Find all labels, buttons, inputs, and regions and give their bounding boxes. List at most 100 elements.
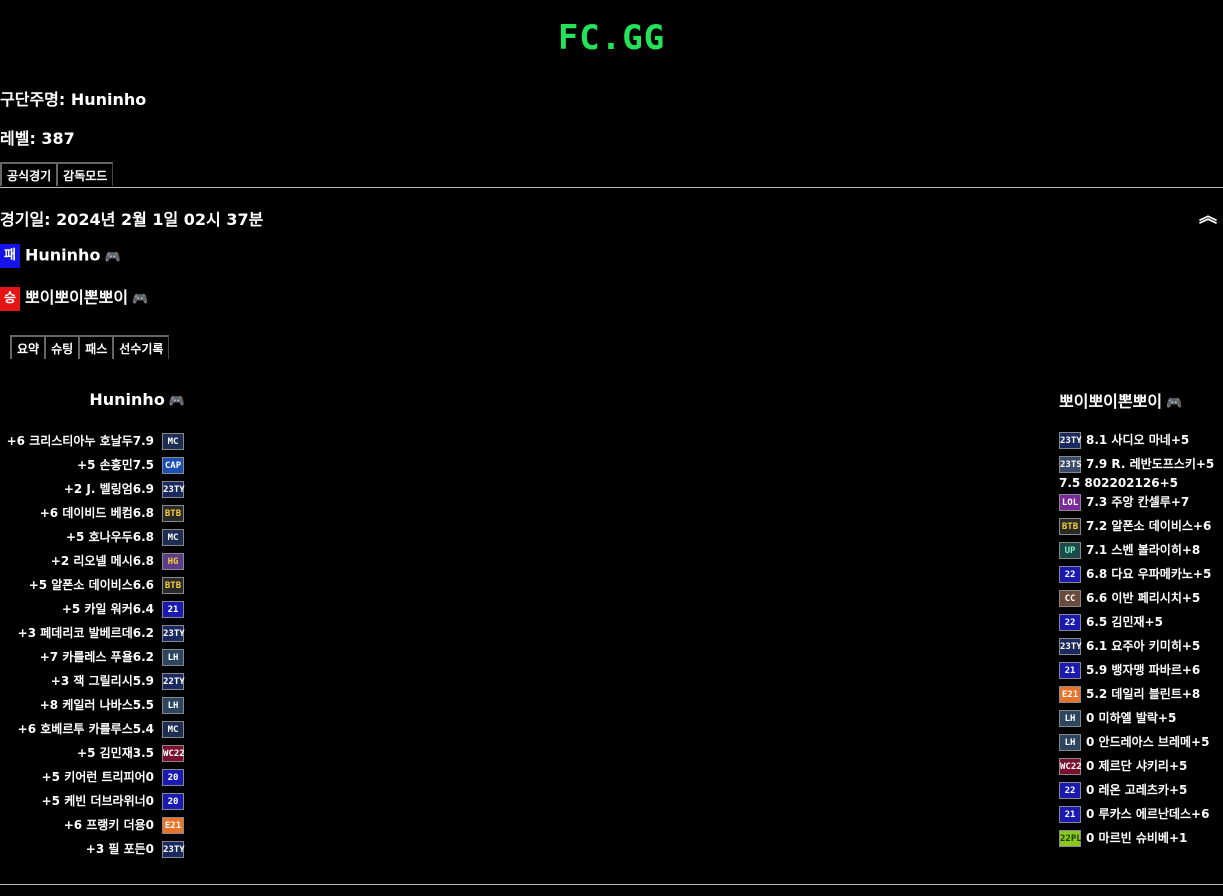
away-player-row[interactable]: LOL 7.3 주앙 칸셀루+7 [1059, 490, 1214, 514]
season-badge: LH [1059, 709, 1081, 727]
player-name: +7 카를레스 푸욜6.2 [39, 650, 154, 664]
season-badge: LOL [1059, 493, 1081, 511]
player-name: +5 김민재3.5 [77, 746, 154, 760]
player-name: 0 레온 고레츠카+5 [1086, 783, 1188, 797]
player-name: 6.1 요주아 키미히+5 [1086, 639, 1201, 653]
level-label: 레벨: 387 [0, 129, 75, 148]
away-player-row[interactable]: 22 6.8 다요 우파메카노+5 [1059, 562, 1214, 586]
season-badge: UP [1059, 541, 1081, 559]
away-player-row[interactable]: 23TS 7.9 R. 레반도프스키+5 [1059, 452, 1214, 476]
club-owner-label: 구단주명: Huninho [0, 90, 147, 109]
home-player-row[interactable]: +2 리오넬 메시6.8 HG [7, 549, 184, 573]
player-name: 6.8 다요 우파메카노+5 [1086, 567, 1212, 581]
site-logo[interactable]: FC.GG [0, 18, 1223, 58]
away-team-name: 뽀이뽀이뽄뽀이 [1059, 392, 1163, 411]
home-player-row[interactable]: +6 크리스티아누 호날두7.9 MC [7, 429, 184, 453]
player-name: +8 케일러 나바스5.5 [39, 698, 154, 712]
season-badge: BTB [162, 504, 184, 522]
season-badge: 21 [1059, 661, 1081, 679]
away-player-row[interactable]: 22PL 0 마르빈 슈비베+1 [1059, 826, 1214, 850]
tab-summary[interactable]: 요약 [10, 335, 45, 359]
home-player-row[interactable]: +5 케빈 더브라위너0 20 [7, 789, 184, 813]
away-player-row[interactable]: E21 5.2 데일리 블린트+8 [1059, 682, 1214, 706]
player-name: 5.9 뱅자맹 파바르+6 [1086, 663, 1201, 677]
away-player-list: 23TY 8.1 사디오 마네+5 23TS 7.9 R. 레반도프스키+5 7.5 8… [1059, 428, 1214, 850]
tab-manager-mode[interactable]: 감독모드 [56, 162, 114, 186]
season-badge: 21 [162, 600, 184, 618]
season-badge: 20 [162, 792, 184, 810]
home-player-list: +6 크리스티아누 호날두7.9 MC +5 손흥민7.5 CAP +2 J. 벨링엄6… [7, 429, 185, 861]
divider [0, 884, 1223, 885]
tab-shooting[interactable]: 슈팅 [44, 335, 79, 359]
home-player-row[interactable]: +6 데이비드 베컴6.8 BTB [7, 501, 184, 525]
loser-row: 패 Huninho 🎮 [0, 244, 121, 268]
player-name: 0 미하엘 발락+5 [1086, 711, 1177, 725]
season-badge: CAP [162, 456, 184, 474]
season-badge: LH [1059, 733, 1081, 751]
player-name: 7.3 주앙 칸셀루+7 [1086, 495, 1190, 509]
player-name: +5 키어런 트리피어0 [41, 770, 154, 784]
season-badge: 21 [1059, 805, 1081, 823]
away-player-row[interactable]: 23TY 8.1 사디오 마네+5 [1059, 428, 1214, 452]
away-player-row[interactable]: 22 6.5 김민재+5 [1059, 610, 1214, 634]
away-player-row[interactable]: 7.5 802202126+5 [1059, 476, 1214, 490]
detail-tabs: 요약 슈팅 패스 선수기록 [10, 335, 170, 359]
home-player-row[interactable]: +6 프랭키 더용0 E21 [7, 813, 184, 837]
home-player-row[interactable]: +3 잭 그릴리시5.9 22TY [7, 669, 185, 693]
season-badge: 22 [1059, 781, 1081, 799]
player-name: 8.1 사디오 마네+5 [1086, 433, 1190, 447]
away-player-row[interactable]: 21 5.9 뱅자맹 파바르+6 [1059, 658, 1214, 682]
home-player-row[interactable]: +2 J. 벨링엄6.9 23TY [7, 477, 185, 501]
player-name: 0 루카스 에르난데스+6 [1086, 807, 1210, 821]
gamepad-icon: 🎮 [104, 249, 121, 265]
season-badge: 23TY [162, 624, 185, 642]
away-player-row[interactable]: CC 6.6 이반 페리시치+5 [1059, 586, 1214, 610]
season-badge: 23TY [162, 840, 185, 858]
away-team-title: 뽀이뽀이뽄뽀이 🎮 [1059, 388, 1182, 412]
home-player-row[interactable]: +5 김민재3.5 WC22 [7, 741, 185, 765]
home-player-row[interactable]: +3 페데리코 발베르데6.2 23TY [7, 621, 185, 645]
home-player-row[interactable]: +5 카일 워커6.4 21 [7, 597, 184, 621]
home-player-row[interactable]: +6 호베르투 카를루스5.4 MC [7, 717, 184, 741]
tab-passing[interactable]: 패스 [78, 335, 113, 359]
player-name: 5.2 데일리 블린트+8 [1086, 687, 1201, 701]
season-badge: 22 [1059, 565, 1081, 583]
gamepad-icon: 🎮 [132, 292, 149, 307]
player-name: 7.2 알폰소 데이비스+6 [1086, 519, 1212, 533]
away-player-row[interactable]: LH 0 안드레아스 브레메+5 [1059, 730, 1214, 754]
home-player-row[interactable]: +5 호나우두6.8 MC [7, 525, 184, 549]
home-player-row[interactable]: +3 필 포든0 23TY [7, 837, 185, 861]
player-name: +5 알폰소 데이비스6.6 [28, 578, 154, 592]
tab-player-records[interactable]: 선수기록 [112, 335, 170, 359]
mode-tabs: 공식경기 감독모드 [0, 162, 114, 186]
away-player-row[interactable]: UP 7.1 스벤 볼라이히+8 [1059, 538, 1214, 562]
home-player-row[interactable]: +5 손흥민7.5 CAP [7, 453, 184, 477]
season-badge: CC [1059, 589, 1081, 607]
away-player-row[interactable]: 23TY 6.1 요주아 키미히+5 [1059, 634, 1214, 658]
winner-name[interactable]: 뽀이뽀이뽄뽀이 [25, 288, 128, 307]
loser-name[interactable]: Huninho [25, 246, 100, 265]
away-player-row[interactable]: BTB 7.2 알폰소 데이비스+6 [1059, 514, 1214, 538]
tab-official-match[interactable]: 공식경기 [0, 162, 57, 186]
away-player-row[interactable]: 22 0 레온 고레츠카+5 [1059, 778, 1214, 802]
player-name: +3 잭 그릴리시5.9 [50, 674, 154, 688]
player-name: +5 카일 워커6.4 [61, 602, 154, 616]
away-player-row[interactable]: WC22 0 제르단 샤키리+5 [1059, 754, 1214, 778]
player-name: 6.6 이반 페리시치+5 [1086, 591, 1201, 605]
season-badge: BTB [162, 576, 184, 594]
player-name: 7.9 R. 레반도프스키+5 [1086, 457, 1215, 471]
gamepad-icon: 🎮 [168, 394, 185, 409]
season-badge: 23TS [1059, 455, 1082, 473]
home-player-row[interactable]: +5 알폰소 데이비스6.6 BTB [7, 573, 184, 597]
home-player-row[interactable]: +5 키어런 트리피어0 20 [7, 765, 184, 789]
home-team-name: Huninho [89, 390, 165, 409]
home-player-row[interactable]: +8 케일러 나바스5.5 LH [7, 693, 184, 717]
season-badge: 23TY [162, 480, 185, 498]
season-badge: 20 [162, 768, 184, 786]
home-player-row[interactable]: +7 카를레스 푸욜6.2 LH [7, 645, 184, 669]
double-chevron-up-icon[interactable]: ︽ [1199, 206, 1217, 228]
away-player-row[interactable]: LH 0 미하엘 발락+5 [1059, 706, 1214, 730]
player-name: +2 J. 벨링엄6.9 [63, 482, 154, 496]
player-name: +3 페데리코 발베르데6.2 [17, 626, 154, 640]
away-player-row[interactable]: 21 0 루카스 에르난데스+6 [1059, 802, 1214, 826]
